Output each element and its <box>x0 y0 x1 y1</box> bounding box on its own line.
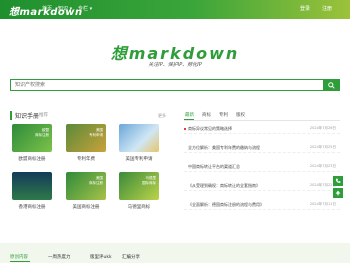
tile-label[interactable]: 马德里商标 <box>114 204 164 210</box>
tile-label[interactable]: 专利年费 <box>61 156 111 162</box>
footer-band <box>0 243 350 263</box>
login-link[interactable]: 登录 <box>300 5 310 12</box>
tile-label[interactable]: 欧盟商标注册 <box>7 156 57 162</box>
news-item[interactable]: 《从受理到确权：商标转让的全套指南》 2024年7月22日 <box>184 181 340 191</box>
manual-subtitle[interactable]: 推荐 <box>39 112 48 118</box>
tile-eu-trademark[interactable]: 欧盟 商标注册 <box>12 124 52 152</box>
tile-label[interactable]: 美国商标注册 <box>61 204 111 210</box>
phone-icon <box>335 178 341 183</box>
register-link[interactable]: 注册 <box>322 5 332 12</box>
tab-latest[interactable]: 最新 <box>185 112 194 118</box>
tile-badge: 马德里 国际商标 <box>142 176 156 185</box>
news-title[interactable]: 《从受理到确权：商标转让的全套指南》 <box>188 183 260 189</box>
footer-tab-share[interactable]: 汇编分享 <box>122 254 140 260</box>
news-item[interactable]: 《全面解析：德国商标注册的流程与费用》 2024年7月11日 <box>184 200 340 210</box>
search-button[interactable] <box>323 80 339 90</box>
tile-us-trademark[interactable]: 美国 商标注册 <box>66 172 106 200</box>
news-title[interactable]: 商标异议常见的策略选择 <box>188 126 232 132</box>
tile-hk-trademark[interactable] <box>12 172 52 200</box>
news-title[interactable]: 中国商标转让平台的渠道汇总 <box>188 164 240 170</box>
arrow-up-icon <box>335 190 341 196</box>
tabs-divider <box>184 120 340 121</box>
tile-badge: 欧盟 商标注册 <box>35 128 49 137</box>
footer-tab-original[interactable]: 原创内容 <box>10 254 28 260</box>
manual-title: 知识手册 <box>10 111 39 120</box>
nav-home[interactable]: 首页 <box>42 5 52 12</box>
tile-madrid-trademark[interactable]: 马德里 国际商标 <box>119 172 159 200</box>
news-date: 2024年7月26日 <box>309 126 336 130</box>
tile-label[interactable]: 美国专利申请 <box>114 156 164 162</box>
news-item[interactable]: 中国商标转让平台的渠道汇总 2024年7月23日 <box>184 162 340 172</box>
search-icon <box>327 81 335 89</box>
tile-badge: 美国 商标注册 <box>89 176 103 185</box>
search-bar <box>10 79 340 91</box>
news-date: 2024年7月11日 <box>309 202 336 206</box>
tile-patent-fee[interactable]: 美国 专利申请 <box>66 124 106 152</box>
news-item[interactable]: 商标异议常见的策略选择 2024年7月26日 <box>184 124 340 134</box>
news-title[interactable]: 全方位解析：美国专利年费的缴纳与流程 <box>188 145 260 151</box>
manual-more-link[interactable]: 更多 <box>158 113 166 119</box>
news-item[interactable]: 全方位解析：美国专利年费的缴纳与流程 2024年7月25日 <box>184 143 340 153</box>
footer-tab-hot[interactable]: 一周热度力 <box>48 254 71 260</box>
hot-dot-icon <box>184 128 186 130</box>
search-input[interactable] <box>11 80 323 90</box>
footer-tab-review[interactable]: 版里评ukk <box>90 254 112 260</box>
footer-active-indicator <box>10 261 30 262</box>
float-top-button[interactable] <box>333 188 343 198</box>
tile-badge: 美国 专利申请 <box>89 128 103 137</box>
news-title[interactable]: 《全面解析：德国商标注册的流程与费用》 <box>188 202 264 208</box>
tile-us-patent[interactable] <box>119 124 159 152</box>
news-date: 2024年7月25日 <box>309 145 336 149</box>
tab-copyright[interactable]: 版权 <box>236 112 245 118</box>
tab-trademark[interactable]: 商标 <box>202 112 211 118</box>
news-date: 2024年7月23日 <box>309 164 336 168</box>
float-contact-button[interactable] <box>333 176 343 186</box>
nav-experts[interactable]: 专栏 ▾ <box>78 5 92 12</box>
hero-slogan: 关注IP、保护IP、孵化IP <box>148 62 202 68</box>
tab-patent[interactable]: 专利 <box>219 112 228 118</box>
tile-label[interactable]: 香港商标注册 <box>7 204 57 210</box>
nav-knowledge[interactable]: 知识 ▾ <box>58 5 72 12</box>
